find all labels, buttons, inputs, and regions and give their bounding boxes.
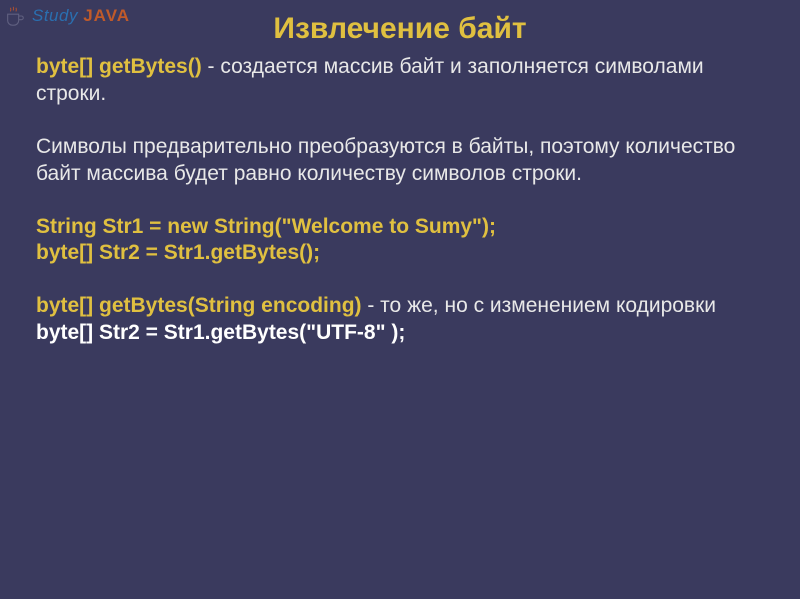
code-line: byte[] Str2 = Str1.getBytes("UTF-8" ); bbox=[36, 321, 405, 344]
code-block-1: String Str1 = new String("Welcome to Sum… bbox=[36, 214, 756, 268]
slide-content: byte[] getBytes() - создается массив бай… bbox=[36, 54, 756, 347]
paragraph-1: byte[] getBytes() - создается массив бай… bbox=[36, 54, 756, 108]
signature-overload: byte[] getBytes(String encoding) bbox=[36, 294, 362, 317]
code-line: byte[] Str2 = Str1.getBytes(); bbox=[36, 241, 320, 264]
slide-title: Извлечение байт bbox=[0, 12, 800, 46]
paragraph-3-desc: - то же, но с изменением кодировки bbox=[362, 294, 717, 317]
signature-return-type: byte[] bbox=[36, 55, 99, 78]
signature-parens: () bbox=[188, 55, 202, 78]
slide: Study JAVA Извлечение байт byte[] getByt… bbox=[0, 0, 800, 599]
code-block-2: byte[] Str2 = Str1.getBytes("UTF-8" ); bbox=[36, 320, 756, 347]
code-line: String Str1 = new String("Welcome to Sum… bbox=[36, 215, 496, 238]
signature-method-name: getBytes bbox=[99, 55, 188, 78]
paragraph-2: Символы предварительно преобразуются в б… bbox=[36, 134, 756, 188]
paragraph-3: byte[] getBytes(String encoding) - то же… bbox=[36, 293, 756, 320]
